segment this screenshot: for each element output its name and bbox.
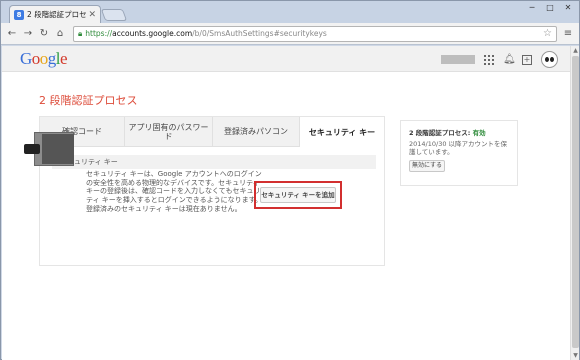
status-panel: 2 段階認証プロセス: 有効 2014/10/30 以降アカウントを保護していま… [400, 120, 518, 186]
status-badge: 有効 [472, 129, 486, 137]
status-title: 2 段階認証プロセス: 有効 [409, 129, 486, 137]
scroll-up-icon[interactable]: ▲ [572, 47, 579, 54]
status-description: 2014/10/30 以降アカウントを保護しています。 [409, 140, 508, 156]
url-scheme: https:// [85, 29, 113, 38]
browser-window: 8 2 段階認証プロセス ✕ ─ □ ✕ ← → ↻ ⌂ 🔒︎ https://… [0, 0, 580, 360]
back-icon[interactable]: ← [5, 27, 19, 41]
address-bar[interactable]: 🔒︎ https:// accounts.google.com /b/0/Sms… [73, 25, 557, 42]
no-keys-message: 登録済みのセキュリティ キーは現在ありません。 [86, 205, 242, 213]
avatar[interactable] [541, 51, 558, 68]
google-logo[interactable]: Google [20, 49, 68, 69]
close-window-icon[interactable]: ✕ [561, 3, 575, 12]
url-path: /b/0/SmsAuthSettings#securitykeys [192, 29, 327, 38]
tab-registered-computers[interactable]: 登録済みパソコン [213, 117, 300, 147]
reload-icon[interactable]: ↻ [37, 27, 51, 41]
notifications-bell-icon[interactable]: 🔔︎ [503, 54, 516, 65]
lock-icon: 🔒︎ [78, 28, 83, 38]
disable-button[interactable]: 無効にする [409, 160, 445, 172]
section-header: セキュリティ キー [52, 155, 376, 169]
page-viewport: Google 🔔︎ + 2 段階認証プロセス 確認コード アプリ固有のパスワード… [2, 46, 570, 360]
google-favicon-icon: 8 [14, 9, 24, 20]
screen-icon [42, 134, 74, 164]
url-host: accounts.google.com [112, 29, 193, 38]
tab-security-keys[interactable]: セキュリティ キー [300, 117, 384, 147]
new-tab-button[interactable] [100, 9, 128, 21]
chrome-menu-icon[interactable]: ≡ [561, 28, 575, 39]
maximize-icon[interactable]: □ [543, 3, 557, 12]
minimize-icon[interactable]: ─ [525, 3, 539, 12]
tab-close-icon[interactable]: ✕ [88, 10, 96, 20]
header-actions: 🔔︎ + [441, 51, 558, 68]
vertical-scrollbar[interactable]: ▲ ▼ [570, 46, 579, 360]
window-controls: ─ □ ✕ [525, 3, 575, 12]
tab-title: 2 段階認証プロセス [27, 10, 87, 19]
bookmark-star-icon[interactable]: ☆ [543, 28, 552, 39]
highlight-box: セキュリティ キーを追加 [254, 181, 342, 209]
tab-strip: 8 2 段階認証プロセス ✕ ─ □ ✕ [1, 1, 579, 23]
google-header: Google 🔔︎ + [2, 46, 570, 72]
page-title: 2 段階認証プロセス [39, 94, 138, 107]
scroll-down-icon[interactable]: ▼ [572, 352, 579, 359]
share-plus-icon[interactable]: + [522, 54, 532, 65]
forward-icon[interactable]: → [21, 27, 35, 41]
add-security-key-button[interactable]: セキュリティ キーを追加 [260, 187, 336, 203]
tab-app-passwords[interactable]: アプリ固有のパスワード [125, 117, 213, 147]
security-key-illustration [22, 130, 76, 170]
browser-tab[interactable]: 8 2 段階認証プロセス ✕ [9, 5, 101, 23]
apps-grid-icon[interactable] [484, 54, 494, 65]
browser-toolbar: ← → ↻ ⌂ 🔒︎ https:// accounts.google.com … [1, 23, 579, 45]
usb-key-icon [24, 144, 40, 154]
scroll-thumb[interactable] [572, 56, 579, 348]
home-icon[interactable]: ⌂ [53, 27, 67, 41]
account-name-redacted[interactable] [441, 55, 475, 64]
security-key-description: セキュリティ キーは、Google アカウントへのログインの安全性を高める物理的… [86, 170, 262, 204]
settings-tabs: 確認コード アプリ固有のパスワード 登録済みパソコン セキュリティ キー [40, 117, 384, 147]
